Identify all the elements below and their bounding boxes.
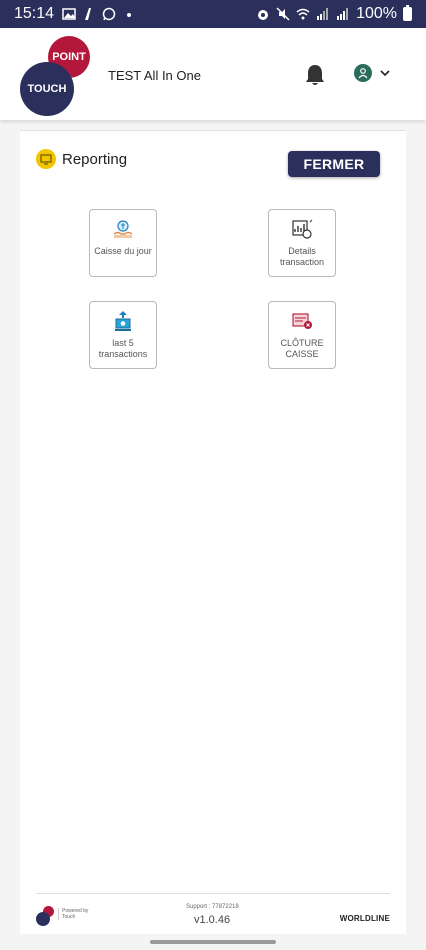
point-touch-logo: POINT TOUCH [20,36,92,118]
chevron-down-icon [380,70,390,77]
tile-details-transaction[interactable]: Details transaction [268,209,336,277]
section-header: Reporting [36,149,127,169]
user-icon [358,68,368,79]
mute-icon [276,7,290,21]
bell-icon[interactable] [302,62,328,88]
battery-text: 100% [356,5,397,22]
signal-icon [317,8,329,20]
signal-2-icon [337,8,349,20]
tile-last-5-transactions[interactable]: last 5 transactions [89,301,157,369]
whatsapp-icon [102,7,116,21]
closing-register-icon [292,313,312,329]
status-time: 15:14 [14,5,55,22]
tile-label: last 5 transactions [98,338,148,359]
app-version: v1.0.46 [194,914,231,926]
reporting-panel: Reporting FERMER Caisse du jour Details … [20,130,406,934]
tile-caisse-du-jour[interactable]: Caisse du jour [89,209,157,277]
report-section-icon [36,149,56,169]
battery-icon [403,5,412,21]
sms-icon [85,8,92,20]
powered-by: Powered by Touch [58,908,88,920]
cash-hands-icon [113,220,133,238]
tile-cloture-caisse[interactable]: CLÔTURE CAISSE [268,301,336,369]
tile-label: Details transaction [279,246,325,267]
footer: Powered by Touch Support : 77872218 v1.0… [36,893,390,933]
report-chart-icon [292,219,313,239]
point-touch-mini-logo [36,906,56,928]
logo-touch: TOUCH [20,62,74,116]
gesture-nav-bar[interactable] [150,940,276,944]
status-bar: 15:14 100% [0,0,426,28]
worldline-logo: WORLDLINE [339,914,390,923]
upload-money-icon [115,311,131,331]
wifi-icon [296,8,310,20]
account-menu-button[interactable] [354,64,390,82]
gallery-icon [62,8,76,20]
support-number: Support : 77872218 [186,904,239,910]
tile-label: CLÔTURE CAISSE [280,338,324,359]
avatar [354,64,372,82]
app-header: POINT TOUCH TEST All In One [0,28,426,120]
section-title: Reporting [62,150,128,168]
tile-label: Caisse du jour [94,246,152,256]
terminal-title: TEST All In One [108,68,201,83]
close-button[interactable]: FERMER [288,151,380,177]
alarm-icon [258,10,269,20]
notification-dot-icon [127,13,132,17]
